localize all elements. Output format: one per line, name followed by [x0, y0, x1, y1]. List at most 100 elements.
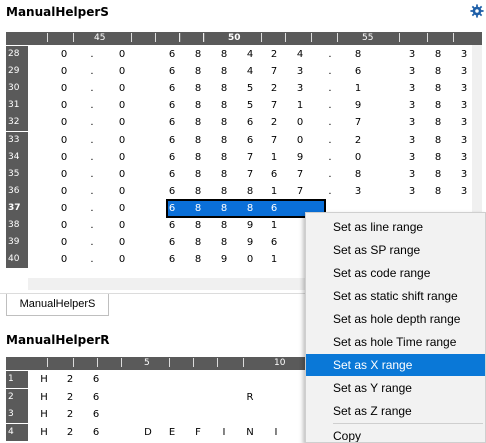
grid-cell[interactable]: 6 [165, 234, 179, 251]
grid-cell[interactable]: 6 [89, 389, 103, 406]
grid-cell[interactable]: 7 [293, 166, 307, 183]
grid-cell[interactable]: . [85, 251, 99, 268]
grid-cell[interactable]: 2 [267, 114, 281, 131]
grid-cell[interactable]: . [85, 234, 99, 251]
grid-cell[interactable]: 2 [63, 389, 77, 406]
grid-cell[interactable]: 6 [243, 132, 257, 149]
grid-cell[interactable]: . [323, 97, 337, 114]
grid-cell[interactable]: 8 [191, 183, 205, 200]
grid-cell[interactable]: 0 [351, 149, 365, 166]
grid-cell[interactable]: 8 [191, 80, 205, 97]
grid-cell[interactable]: 0 [57, 166, 71, 183]
grid-cell[interactable]: 3 [293, 63, 307, 80]
grid-cell[interactable]: 8 [217, 166, 231, 183]
grid-cell[interactable]: 9 [243, 234, 257, 251]
grid-cell[interactable]: 0 [115, 63, 129, 80]
grid-cell[interactable]: 3 [405, 114, 419, 131]
grid-cell[interactable]: 5 [243, 97, 257, 114]
grid-cell[interactable]: 8 [217, 149, 231, 166]
grid-cell[interactable]: 1 [267, 149, 281, 166]
tab-manualhelpers[interactable]: ManualHelperS [6, 294, 109, 316]
grid-cell[interactable]: . [323, 80, 337, 97]
grid-cell[interactable]: 8 [191, 234, 205, 251]
row-number[interactable]: 37 [6, 199, 28, 217]
grid-cell[interactable]: . [323, 114, 337, 131]
grid-cell[interactable]: 0 [57, 183, 71, 200]
row-number[interactable]: 32 [6, 114, 28, 132]
grid-cell[interactable]: D [141, 424, 155, 441]
grid-cell[interactable]: 3 [293, 80, 307, 97]
grid-cell[interactable]: 3 [405, 183, 419, 200]
grid-cell[interactable]: 8 [217, 183, 231, 200]
row-number[interactable]: 39 [6, 234, 28, 252]
grid-cell[interactable]: 8 [243, 183, 257, 200]
grid-cell[interactable]: 7 [243, 166, 257, 183]
grid-cell[interactable]: 8 [191, 63, 205, 80]
grid-cell[interactable]: 0 [115, 251, 129, 268]
grid-cell[interactable]: 6 [89, 406, 103, 423]
grid-cell[interactable]: 8 [431, 63, 445, 80]
grid-cell[interactable]: 8 [217, 114, 231, 131]
grid-cell[interactable]: 6 [267, 200, 281, 217]
row-number[interactable]: 40 [6, 251, 28, 269]
grid-cell[interactable]: I [217, 424, 231, 441]
row-number[interactable]: 31 [6, 97, 28, 115]
grid-cell[interactable]: 0 [115, 183, 129, 200]
grid-cell[interactable]: 0 [57, 46, 71, 63]
grid-cell[interactable]: 0 [293, 114, 307, 131]
grid-cell[interactable]: 6 [243, 114, 257, 131]
grid-cell[interactable]: . [85, 200, 99, 217]
grid-cell[interactable]: . [85, 149, 99, 166]
grid-cell[interactable]: 8 [431, 114, 445, 131]
grid-cell[interactable]: 0 [243, 251, 257, 268]
grid-cell[interactable]: 6 [165, 80, 179, 97]
grid-cell[interactable]: . [323, 166, 337, 183]
grid-cell[interactable]: 8 [191, 251, 205, 268]
grid-cell[interactable]: 6 [165, 114, 179, 131]
grid-cell[interactable]: 6 [165, 149, 179, 166]
grid-cell[interactable]: 6 [89, 424, 103, 441]
grid-cell[interactable]: 6 [89, 371, 103, 388]
grid-cell[interactable]: 8 [217, 200, 231, 217]
grid-cell[interactable]: . [323, 46, 337, 63]
grid-cell[interactable]: 7 [267, 63, 281, 80]
grid-cell[interactable]: 3 [405, 97, 419, 114]
grid-cell[interactable]: 8 [191, 166, 205, 183]
grid-cell[interactable]: H [37, 406, 51, 423]
grid-cell[interactable]: 8 [191, 114, 205, 131]
grid-cell[interactable]: 6 [165, 200, 179, 217]
grid-cell[interactable]: . [85, 217, 99, 234]
grid-cell[interactable]: . [323, 132, 337, 149]
grid-cell[interactable]: 3 [457, 80, 471, 97]
menu-item-copy[interactable]: Copy [306, 425, 485, 442]
grid-cell[interactable]: 6 [165, 217, 179, 234]
grid-cell[interactable]: 1 [267, 217, 281, 234]
grid-cell[interactable]: 6 [165, 166, 179, 183]
row-number[interactable]: 4 [6, 423, 28, 441]
grid-cell[interactable]: 8 [191, 97, 205, 114]
grid-cell[interactable]: 0 [57, 200, 71, 217]
row-number[interactable]: 30 [6, 80, 28, 98]
grid-cell[interactable]: 8 [191, 200, 205, 217]
row-number[interactable]: 35 [6, 165, 28, 183]
grid-cell[interactable]: 8 [351, 166, 365, 183]
grid-cell[interactable]: 3 [405, 63, 419, 80]
grid-cell[interactable]: 8 [217, 217, 231, 234]
grid-cell[interactable]: 0 [115, 166, 129, 183]
grid-cell[interactable]: 2 [63, 406, 77, 423]
grid-cell[interactable]: 3 [457, 46, 471, 63]
row-number[interactable]: 38 [6, 217, 28, 234]
grid-cell[interactable]: 0 [115, 234, 129, 251]
grid-cell[interactable]: . [85, 63, 99, 80]
grid-cell[interactable]: 8 [243, 200, 257, 217]
grid-cell[interactable]: 0 [115, 217, 129, 234]
grid-cell[interactable]: 5 [243, 80, 257, 97]
grid-cell[interactable]: 9 [243, 217, 257, 234]
row-number[interactable]: 33 [6, 131, 28, 149]
grid-cell[interactable]: H [37, 424, 51, 441]
grid-cell[interactable]: 4 [243, 63, 257, 80]
menu-item-set-as-static-shift-range[interactable]: Set as static shift range [306, 285, 485, 307]
row-number[interactable]: 2 [6, 388, 28, 406]
grid-cell[interactable]: 0 [57, 217, 71, 234]
row-number[interactable]: 34 [6, 148, 28, 166]
